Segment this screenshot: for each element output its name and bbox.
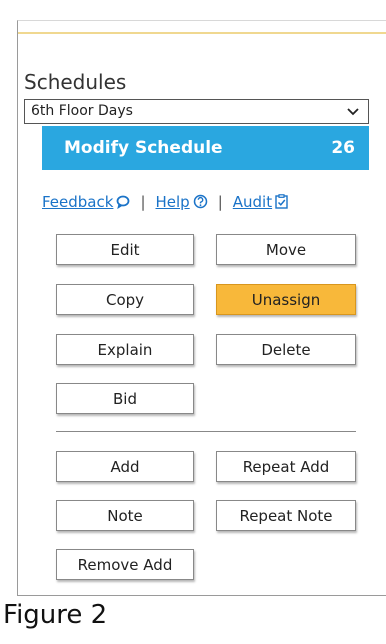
speech-bubble-icon[interactable] (116, 195, 130, 209)
remove-add-button[interactable]: Remove Add (56, 549, 194, 580)
section-title: Schedules (24, 70, 127, 94)
clipboard-check-icon[interactable] (275, 194, 288, 209)
explain-button[interactable]: Explain (56, 334, 194, 365)
schedule-select[interactable]: 6th Floor Days (24, 99, 369, 124)
delete-button[interactable]: Delete (216, 334, 356, 365)
feedback-link[interactable]: Feedback (42, 193, 113, 211)
move-button[interactable]: Move (216, 234, 356, 265)
link-separator: | (217, 193, 223, 211)
figure-caption: Figure 2 (3, 600, 108, 630)
unassign-button[interactable]: Unassign (216, 284, 356, 315)
banner-count: 26 (331, 138, 355, 158)
question-circle-icon[interactable] (193, 194, 208, 209)
note-button[interactable]: Note (56, 500, 194, 531)
help-link[interactable]: Help (156, 193, 190, 211)
repeat-add-button[interactable]: Repeat Add (216, 451, 356, 482)
copy-button[interactable]: Copy (56, 284, 194, 315)
modify-schedule-banner: Modify Schedule 26 (42, 126, 369, 170)
audit-link[interactable]: Audit (233, 193, 272, 211)
banner-title: Modify Schedule (64, 138, 223, 158)
help-links: Feedback | Help | Audit (42, 193, 288, 211)
button-divider (56, 431, 356, 432)
schedule-select-value: 6th Floor Days (31, 103, 133, 119)
top-accent-line (18, 32, 386, 34)
edit-button[interactable]: Edit (56, 234, 194, 265)
bid-button[interactable]: Bid (56, 383, 194, 414)
add-button[interactable]: Add (56, 451, 194, 482)
link-separator: | (140, 193, 146, 211)
repeat-note-button[interactable]: Repeat Note (216, 500, 356, 531)
chevron-down-icon (347, 108, 359, 116)
